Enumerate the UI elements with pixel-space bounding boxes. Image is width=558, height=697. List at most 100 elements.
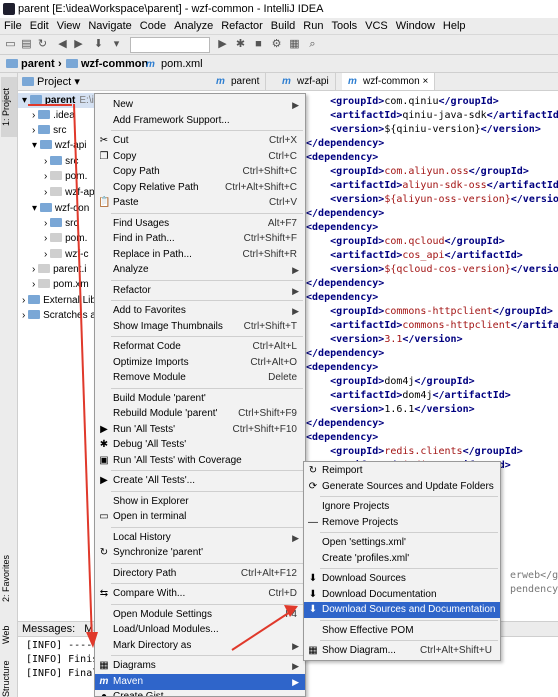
menu-run[interactable]: Run — [299, 18, 327, 34]
menu-item-generate-sources-and-update-folders[interactable]: ⟳ Generate Sources and Update Folders — [304, 479, 500, 495]
menu-item-label: Open in terminal — [113, 511, 187, 522]
menu-item-build-module-parent[interactable]: Build Module 'parent' — [95, 391, 305, 407]
menu-item-optimize-imports[interactable]: Optimize Imports Ctrl+Alt+O — [95, 355, 305, 371]
web-tool-tab[interactable]: Web — [1, 621, 17, 649]
menu-item-show-in-explorer[interactable]: Show in Explorer — [95, 494, 305, 510]
menu-view[interactable]: View — [53, 18, 85, 34]
menu-separator — [111, 336, 303, 337]
context-menu: New ▶ Add Framework Support... ✂ Cut Ctrl+X ❐ C… — [94, 93, 306, 697]
run-icon[interactable]: ▶ — [216, 38, 229, 51]
breadcrumb-item[interactable]: wzf-common — [66, 56, 148, 72]
menu-item-copy-relative-path[interactable]: Copy Relative Path Ctrl+Alt+Shift+C — [95, 180, 305, 196]
breadcrumb-item[interactable]: parent — [6, 56, 55, 72]
menu-item-create-gist[interactable]: ● Create Gist... — [95, 689, 305, 696]
menu-item-debug-all-tests[interactable]: ✱ Debug 'All Tests' — [95, 437, 305, 453]
file-icon — [50, 249, 63, 258]
settings-icon[interactable]: ⚙ — [270, 38, 283, 51]
menu-item-label: Local History — [113, 531, 171, 543]
menu-item-copy[interactable]: ❐ Copy Ctrl+C — [95, 149, 305, 165]
menu-item-download-documentation[interactable]: ⬇ Download Documentation — [304, 587, 500, 603]
menu-item-show-diagram[interactable]: ▦ Show Diagram... Ctrl+Alt+Shift+U — [304, 643, 500, 659]
menu-vcs[interactable]: VCS — [361, 18, 392, 34]
menu-item-run-all-tests-with-coverage[interactable]: ▣ Run 'All Tests' with Coverage — [95, 453, 305, 469]
menu-item-show-diagram-popup[interactable]: ▦Show Diagram Popup... Ctrl+Alt+U — [304, 659, 500, 661]
menu-item-compare-with[interactable]: ⇆ Compare With... Ctrl+D — [95, 586, 305, 602]
menu-item-reimport[interactable]: ↻ Reimport — [304, 463, 500, 479]
save-icon[interactable]: ▤ — [20, 38, 33, 51]
menu-item-paste[interactable]: 📋 Paste Ctrl+V — [95, 195, 305, 211]
menu-item-maven[interactable]: m Maven ▶ — [95, 673, 305, 690]
structure-icon[interactable]: ▦ — [288, 38, 301, 51]
menu-item-download-sources[interactable]: ⬇ Download Sources — [304, 571, 500, 587]
debug-icon[interactable]: ✱ — [234, 38, 247, 51]
menu-item-diagrams[interactable]: ▦ Diagrams ▶ — [95, 658, 305, 674]
menu-item-copy-path[interactable]: Copy Path Ctrl+Shift+C — [95, 164, 305, 180]
tab-parent[interactable]: m parent — [210, 73, 267, 90]
menu-item-add-framework-support[interactable]: Add Framework Support... — [95, 113, 305, 129]
menu-item-reformat-code[interactable]: Reformat Code Ctrl+Alt+L — [95, 339, 305, 355]
tab-wzf-api[interactable]: m wzf-api — [276, 73, 336, 90]
menu-item-new[interactable]: New ▶ — [95, 97, 305, 113]
structure-tool-tab[interactable]: Structure — [1, 660, 17, 697]
menu-item-find-usages[interactable]: Find Usages Alt+F7 — [95, 216, 305, 232]
chevron-down-icon[interactable]: ▾ — [32, 203, 40, 214]
breadcrumb-item[interactable]: m pom.xml — [146, 56, 203, 72]
make-icon[interactable]: ▾ — [110, 38, 123, 51]
menu-window[interactable]: Window — [392, 18, 439, 34]
menu-item-add-to-favorites[interactable]: Add to Favorites ▶ — [95, 303, 305, 319]
menu-separator — [111, 603, 303, 605]
menu-edit[interactable]: Edit — [26, 18, 53, 34]
code-line: <groupId>com.qiniu</groupId> — [330, 96, 499, 107]
menu-item-show-image-thumbnails[interactable]: Show Image Thumbnails Ctrl+Shift+T — [95, 319, 305, 335]
back-icon[interactable]: ◀ — [56, 38, 69, 51]
menu-item-create-all-tests[interactable]: ▶ Create 'All Tests'... — [95, 473, 305, 489]
menu-item-shortcut: Ctrl+Shift+F9 — [238, 408, 297, 419]
menu-analyze[interactable]: Analyze — [170, 18, 217, 34]
project-tool-tab[interactable]: 1: Project — [1, 77, 17, 137]
stop-icon[interactable]: ■ — [252, 38, 265, 51]
menu-item-rebuild-module-parent[interactable]: Rebuild Module 'parent' Ctrl+Shift+F9 — [95, 406, 305, 422]
menu-item-mark-directory-as[interactable]: Mark Directory as ▶ — [95, 638, 305, 654]
menu-item-directory-path[interactable]: Directory Path Ctrl+Alt+F12 — [95, 566, 305, 582]
search-icon[interactable]: ⌕ — [306, 38, 319, 51]
tab-wzf-common[interactable]: m wzf-common × — [342, 73, 436, 90]
menu-file[interactable]: File — [0, 18, 26, 34]
chevron-down-icon[interactable]: ▾ — [32, 140, 40, 151]
menu-item-download-sources-and-documentation[interactable]: ⬇ Download Sources and Documentation — [304, 602, 500, 618]
menu-item-remove-projects[interactable]: — Remove Projects — [304, 515, 500, 531]
build-icon[interactable]: ⬇ — [92, 38, 105, 51]
menu-item-icon: ↻ — [99, 547, 109, 558]
menu-item-synchronize-parent[interactable]: ↻ Synchronize 'parent' — [95, 545, 305, 561]
menu-item-show-effective-pom[interactable]: Show Effective POM — [304, 623, 500, 639]
menu-item-find-in-path[interactable]: Find in Path... Ctrl+Shift+F — [95, 231, 305, 247]
menu-item-load-unload-modules[interactable]: Load/Unload Modules... — [95, 622, 305, 638]
menu-item-cut[interactable]: ✂ Cut Ctrl+X — [95, 133, 305, 149]
forward-icon[interactable]: ▶ — [72, 38, 85, 51]
menu-refactor[interactable]: Refactor — [217, 18, 267, 34]
menu-build[interactable]: Build — [267, 18, 299, 34]
project-panel-header[interactable]: Project ▾ — [18, 73, 210, 91]
menu-item-ignore-projects[interactable]: Ignore Projects — [304, 499, 500, 515]
menu-item-refactor[interactable]: Refactor ▶ — [95, 283, 305, 299]
menu-item-open-settings-xml[interactable]: Open 'settings.xml' — [304, 535, 500, 551]
menu-item-analyze[interactable]: Analyze ▶ — [95, 262, 305, 278]
menu-item-create-profiles-xml[interactable]: Create 'profiles.xml' — [304, 551, 500, 567]
menu-item-replace-in-path[interactable]: Replace in Path... Ctrl+Shift+R — [95, 247, 305, 263]
menu-code[interactable]: Code — [136, 18, 170, 34]
open-folder-icon[interactable]: ▭ — [4, 38, 17, 51]
menu-item-icon: ⬇ — [308, 573, 318, 584]
sync-icon[interactable]: ↻ — [36, 38, 49, 51]
menu-navigate[interactable]: Navigate — [84, 18, 135, 34]
menu-item-open-module-settings[interactable]: Open Module Settings F4 — [95, 607, 305, 623]
chevron-down-icon[interactable]: ▾ — [74, 76, 80, 88]
run-configuration-select[interactable] — [130, 37, 210, 53]
menu-item-local-history[interactable]: Local History ▶ — [95, 530, 305, 546]
menu-item-run-all-tests[interactable]: ▶ Run 'All Tests' Ctrl+Shift+F10 — [95, 422, 305, 438]
menu-item-remove-module[interactable]: Remove Module Delete — [95, 370, 305, 386]
menu-separator — [111, 562, 303, 564]
favorites-tool-tab[interactable]: 2: Favorites — [1, 543, 17, 613]
close-icon[interactable]: × — [422, 76, 428, 87]
menu-help[interactable]: Help — [439, 18, 470, 34]
menu-tools[interactable]: Tools — [327, 18, 361, 34]
menu-item-open-in-terminal[interactable]: ▭ Open in terminal — [95, 509, 305, 525]
